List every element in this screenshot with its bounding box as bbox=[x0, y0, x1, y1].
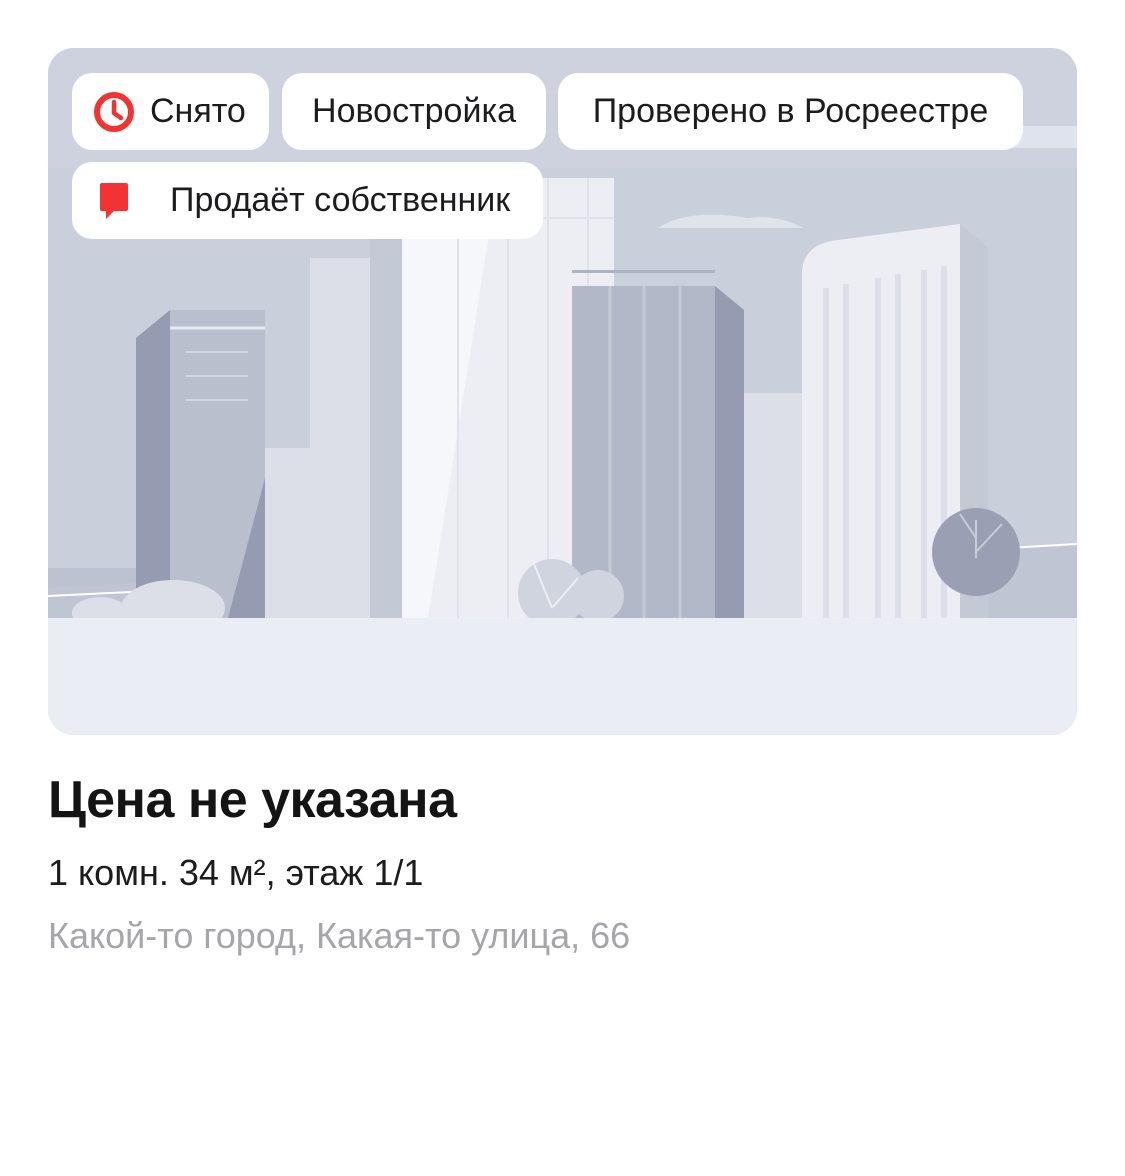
owner-flag-icon bbox=[100, 182, 128, 219]
tag-new-building: Новостройка bbox=[282, 73, 546, 150]
tag-label: Проверено в Росреестре bbox=[592, 92, 989, 130]
tag-label: Продаёт собственник bbox=[170, 181, 511, 219]
listing-price: Цена не указана bbox=[48, 771, 457, 829]
tag-label: Новостройка bbox=[312, 92, 516, 130]
listing-details: 1 комн. 34 м², этаж 1/1 bbox=[48, 852, 424, 893]
tag-owner-seller: Продаёт собственник bbox=[72, 162, 543, 239]
listing-photo[interactable]: Снято Новостройка Проверено в Росреестре… bbox=[48, 48, 1077, 735]
city-skyline-illustration bbox=[48, 48, 1077, 735]
status-badge-sold: Снято bbox=[72, 73, 269, 150]
status-badge-label: Снято bbox=[150, 92, 246, 130]
listing-address: Какой-то город, Какая-то улица, 66 bbox=[48, 915, 631, 956]
tag-verified-registry: Проверено в Росреестре bbox=[558, 73, 1023, 150]
clock-icon bbox=[94, 91, 134, 132]
